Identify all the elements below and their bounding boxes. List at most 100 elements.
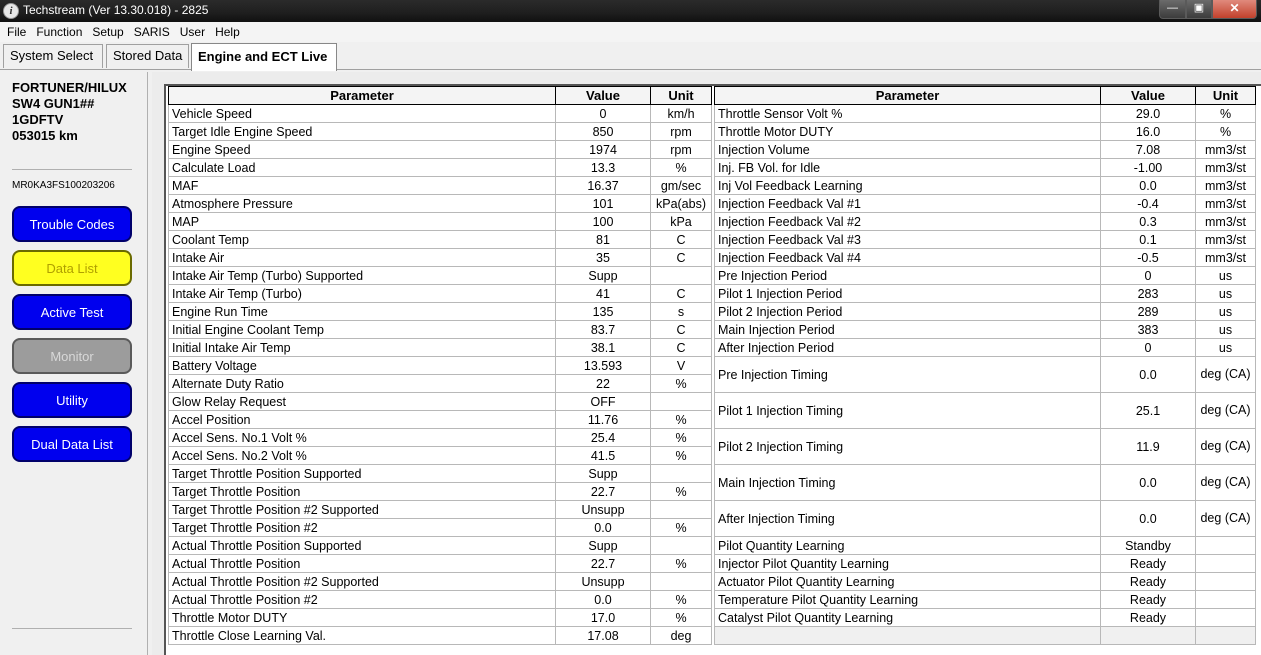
menu-user[interactable]: User xyxy=(175,23,210,41)
parameter-cell: Pilot 2 Injection Period xyxy=(714,302,1101,321)
table-row[interactable]: Initial Intake Air Temp 38.1 C xyxy=(168,338,712,357)
column-header-unit[interactable]: Unit xyxy=(650,86,712,105)
tab-system-select[interactable]: System Select xyxy=(3,44,103,68)
value-cell: 383 xyxy=(1100,320,1196,339)
menu-saris[interactable]: SARIS xyxy=(129,23,175,41)
table-row[interactable]: Pilot Quantity Learning Standby xyxy=(714,536,1256,555)
sidebar: FORTUNER/HILUX SW4 GUN1## 1GDFTV 053015 … xyxy=(3,72,148,655)
maximize-button[interactable]: ▣ xyxy=(1186,0,1212,19)
table-row[interactable]: Throttle Sensor Volt % 29.0% xyxy=(714,104,1256,123)
table-row[interactable]: Actual Throttle Position #2 Supported Uns… xyxy=(168,572,712,591)
table-row[interactable]: Catalyst Pilot Quantity Learning Ready xyxy=(714,608,1256,627)
table-row[interactable]: Engine Speed 1974 rpm xyxy=(168,140,712,159)
vehicle-engine: 1GDFTV xyxy=(12,112,64,127)
monitor-button: Monitor xyxy=(12,338,132,374)
value-cell: 0.1 xyxy=(1100,230,1196,249)
table-row[interactable]: Pilot 2 Injection Period 289 us xyxy=(714,302,1256,321)
close-button[interactable]: ✕ xyxy=(1212,0,1257,19)
data-list-button[interactable]: Data List xyxy=(12,250,132,286)
parameter-cell: Coolant Temp xyxy=(168,230,556,249)
vehicle-vin: MR0KA3FS100203206 xyxy=(12,180,115,191)
minimize-button[interactable]: — xyxy=(1159,0,1186,19)
unit-cell: deg (CA) xyxy=(1195,428,1256,465)
parameter-cell: Actual Throttle Position Supported xyxy=(168,536,556,555)
table-row[interactable]: MAP 100 kPa xyxy=(168,212,712,231)
table-row[interactable]: Target Throttle Position Supported Supp xyxy=(168,464,712,483)
table-row[interactable]: MAF 16.37 gm/sec xyxy=(168,176,712,195)
table-row[interactable]: Pre Injection Timing 0.0 deg (CA) xyxy=(714,356,1256,393)
table-row[interactable]: Target Throttle Position #2 0.0% xyxy=(168,518,712,537)
column-header-parameter[interactable]: Parameter xyxy=(168,86,556,105)
table-row[interactable]: Injection Feedback Val #1 -0.4 mm3/st xyxy=(714,194,1256,213)
active-test-button[interactable]: Active Test xyxy=(12,294,132,330)
dual-data-list-button[interactable]: Dual Data List xyxy=(12,426,132,462)
vehicle-grade: SW4 GUN1## xyxy=(12,96,95,111)
value-cell: 0.0 xyxy=(1100,176,1196,195)
menu-help[interactable]: Help xyxy=(210,23,245,41)
table-row[interactable]: Accel Sens. No.2 Volt % 41.5% xyxy=(168,446,712,465)
table-row[interactable]: Engine Run Time 135 s xyxy=(168,302,712,321)
table-row[interactable]: Throttle Motor DUTY 17.0% xyxy=(168,608,712,627)
utility-button[interactable]: Utility xyxy=(12,382,132,418)
column-header-unit[interactable]: Unit xyxy=(1195,86,1256,105)
table-row[interactable]: Inj. FB Vol. for Idle -1.00 mm3/st xyxy=(714,158,1256,177)
table-row[interactable]: Actual Throttle Position #2 0.0% xyxy=(168,590,712,609)
table-row[interactable]: Initial Engine Coolant Temp 83.7 C xyxy=(168,320,712,339)
trouble-codes-button[interactable]: Trouble Codes xyxy=(12,206,132,242)
table-row[interactable]: Injection Feedback Val #3 0.1 mm3/st xyxy=(714,230,1256,249)
table-row[interactable]: Atmosphere Pressure 101 kPa(abs) xyxy=(168,194,712,213)
table-row[interactable]: Pilot 1 Injection Period 283 us xyxy=(714,284,1256,303)
table-row[interactable]: Battery Voltage 13.593 V xyxy=(168,356,712,375)
table-row[interactable]: Injection Feedback Val #4 -0.5 mm3/st xyxy=(714,248,1256,267)
table-row[interactable]: Actual Throttle Position 22.7% xyxy=(168,554,712,573)
table-row[interactable]: Intake Air 35 C xyxy=(168,248,712,267)
app-icon[interactable]: i xyxy=(3,3,19,19)
table-row[interactable]: Pilot 1 Injection Timing 25.1 deg (CA) xyxy=(714,392,1256,429)
table-row[interactable]: Accel Sens. No.1 Volt % 25.4% xyxy=(168,428,712,447)
menu-file[interactable]: File xyxy=(2,23,31,41)
table-row[interactable]: Accel Position 11.76% xyxy=(168,410,712,429)
table-row[interactable]: Target Throttle Position 22.7% xyxy=(168,482,712,501)
table-row[interactable]: Temperature Pilot Quantity Learning Ready xyxy=(714,590,1256,609)
table-row[interactable]: Alternate Duty Ratio 22% xyxy=(168,374,712,393)
table-row[interactable]: Actuator Pilot Quantity Learning Ready xyxy=(714,572,1256,591)
tab-stored-data[interactable]: Stored Data xyxy=(106,44,189,68)
table-row[interactable]: Throttle Motor DUTY 16.0% xyxy=(714,122,1256,141)
table-row[interactable]: Injector Pilot Quantity Learning Ready xyxy=(714,554,1256,573)
table-row[interactable]: Pilot 2 Injection Timing 11.9 deg (CA) xyxy=(714,428,1256,465)
table-row[interactable]: Inj Vol Feedback Learning 0.0 mm3/st xyxy=(714,176,1256,195)
table-row[interactable]: After Injection Period 0 us xyxy=(714,338,1256,357)
table-row[interactable]: Main Injection Period 383 us xyxy=(714,320,1256,339)
table-row[interactable]: Target Idle Engine Speed 850 rpm xyxy=(168,122,712,141)
table-row[interactable]: Target Throttle Position #2 Supported Uns… xyxy=(168,500,712,519)
table-row[interactable] xyxy=(714,626,1256,645)
parameter-cell: Injection Feedback Val #3 xyxy=(714,230,1101,249)
value-cell: -1.00 xyxy=(1100,158,1196,177)
parameter-cell: Main Injection Timing xyxy=(714,464,1101,501)
unit-cell: mm3/st xyxy=(1195,194,1256,213)
parameter-cell: Intake Air Temp (Turbo) xyxy=(168,284,556,303)
menu-function[interactable]: Function xyxy=(31,23,87,41)
column-header-parameter[interactable]: Parameter xyxy=(714,86,1101,105)
menu-setup[interactable]: Setup xyxy=(87,23,128,41)
table-row[interactable]: Main Injection Timing 0.0 deg (CA) xyxy=(714,464,1256,501)
tab-engine-ect-live[interactable]: Engine and ECT Live xyxy=(191,43,337,71)
table-row[interactable]: Pre Injection Period 0 us xyxy=(714,266,1256,285)
table-row[interactable]: Intake Air Temp (Turbo) Supported Supp xyxy=(168,266,712,285)
table-row[interactable]: Throttle Close Learning Val. 17.08 deg xyxy=(168,626,712,645)
column-header-value[interactable]: Value xyxy=(555,86,651,105)
value-cell: 11.9 xyxy=(1100,428,1196,465)
table-row[interactable]: Actual Throttle Position Supported Supp xyxy=(168,536,712,555)
column-header-value[interactable]: Value xyxy=(1100,86,1196,105)
value-cell: 7.08 xyxy=(1100,140,1196,159)
table-row[interactable]: Intake Air Temp (Turbo) 41 C xyxy=(168,284,712,303)
parameter-cell: Accel Position xyxy=(168,410,556,429)
table-row[interactable]: Calculate Load 13.3% xyxy=(168,158,712,177)
table-row[interactable]: Vehicle Speed 0 km/h xyxy=(168,104,712,123)
table-row[interactable]: After Injection Timing 0.0 deg (CA) xyxy=(714,500,1256,537)
table-row[interactable]: Coolant Temp 81 C xyxy=(168,230,712,249)
table-row[interactable]: Glow Relay Request OFF xyxy=(168,392,712,411)
unit-cell: % xyxy=(650,518,712,537)
table-row[interactable]: Injection Feedback Val #2 0.3 mm3/st xyxy=(714,212,1256,231)
table-row[interactable]: Injection Volume 7.08 mm3/st xyxy=(714,140,1256,159)
